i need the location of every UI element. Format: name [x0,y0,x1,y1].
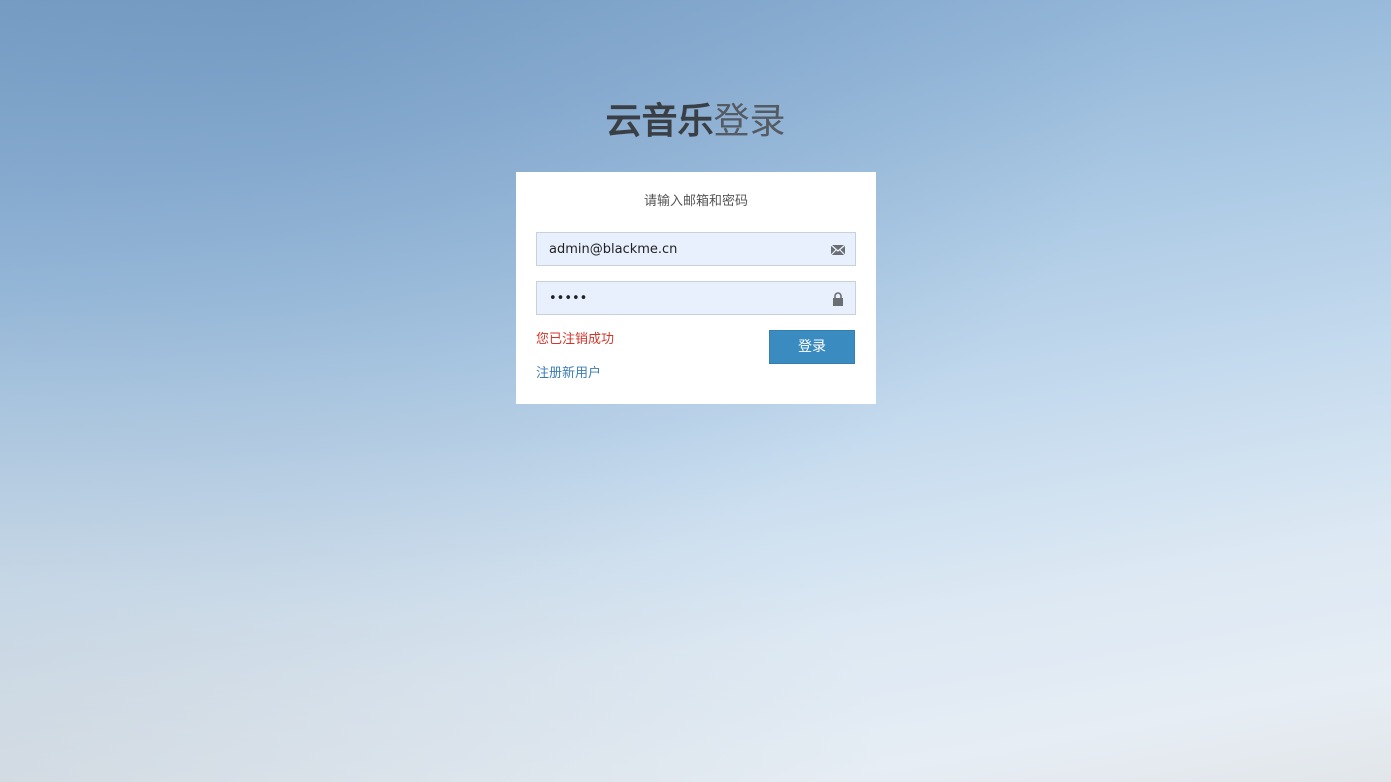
email-field[interactable] [537,233,817,265]
password-field-wrapper [536,281,856,315]
page-title: 云音乐登录 [0,98,1391,146]
login-card: 请输入邮箱和密码 您已注销成功 登录 注册新用户 [516,172,876,404]
register-link[interactable]: 注册新用户 [536,364,601,384]
status-message: 您已注销成功 [536,332,615,347]
page-action-title: 登录 [713,101,786,142]
lock-icon [830,291,846,306]
password-field[interactable] [537,282,817,314]
email-field-wrapper [536,232,856,266]
brand-name: 云音乐 [605,101,714,142]
form-hint: 请输入邮箱和密码 [643,194,748,209]
login-button[interactable]: 登录 [769,330,855,364]
envelope-icon [830,242,846,256]
